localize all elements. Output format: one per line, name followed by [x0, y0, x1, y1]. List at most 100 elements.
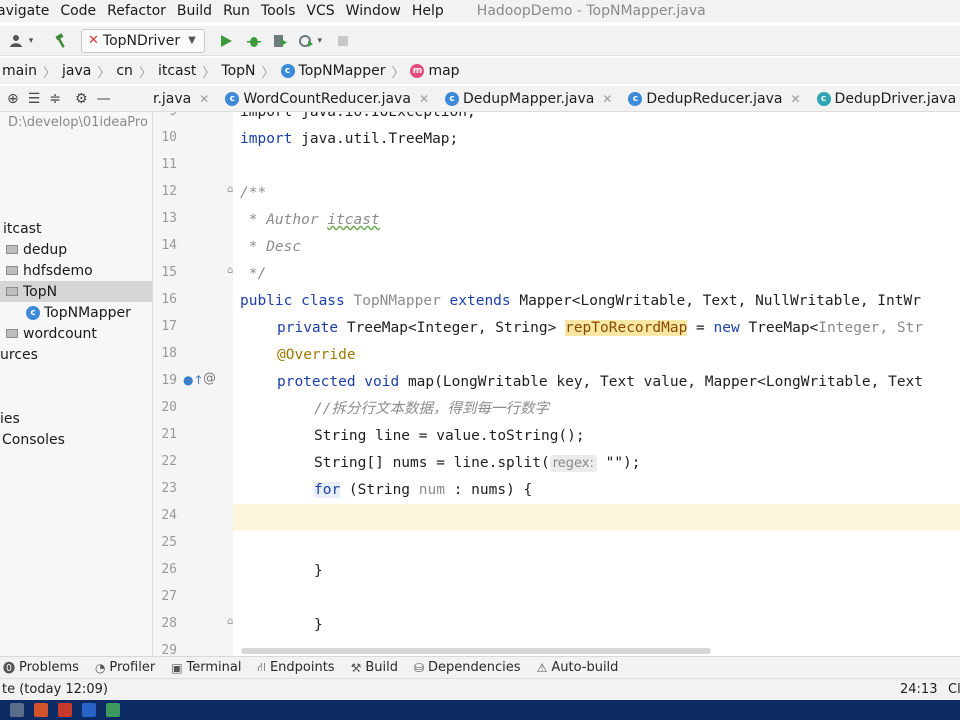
breadcrumb-item-topnmapper[interactable]: c TopNMapper: [280, 63, 386, 79]
hammer-icon[interactable]: [53, 32, 71, 50]
code-editor[interactable]: 9 10 11 12 13 14 15 16 17 18 19 20 21 22…: [153, 112, 960, 656]
crosshair-icon[interactable]: ⊕: [7, 91, 19, 107]
tree-item-wordcount[interactable]: wordcount: [0, 323, 152, 344]
close-icon[interactable]: ✕: [602, 92, 612, 106]
run-config-icon: ✕: [88, 33, 99, 48]
line-separator[interactable]: Cl: [948, 682, 960, 697]
line-number: 9: [153, 112, 177, 119]
tab-label: r.java: [153, 90, 192, 107]
menu-code[interactable]: Code: [60, 3, 96, 19]
problems-button[interactable]: ⓿ Problems: [3, 659, 79, 676]
line-number: 14: [161, 238, 177, 253]
tree-item-topn[interactable]: TopN: [0, 281, 152, 302]
code-comment: * Desc: [240, 239, 302, 255]
tab-dedupmapper[interactable]: c DedupMapper.java ✕: [437, 86, 620, 111]
line-number: 17: [161, 319, 177, 334]
menu-help[interactable]: Help: [412, 3, 444, 19]
breadcrumb-item-topn[interactable]: TopN: [221, 63, 255, 79]
tree-item-dedup[interactable]: dedup: [0, 239, 152, 260]
method-icon: m: [410, 64, 425, 78]
menu-navigate[interactable]: avigate: [0, 3, 49, 19]
menu-window[interactable]: Window: [346, 3, 401, 19]
tab-dedupreducer[interactable]: c DedupReducer.java ✕: [620, 86, 808, 111]
chevron-down-icon[interactable]: ▾: [316, 32, 324, 50]
breadcrumb-item-java[interactable]: java: [62, 63, 91, 79]
tree-item-itcast[interactable]: itcast: [0, 218, 152, 239]
breadcrumb-label: TopNMapper: [298, 63, 386, 79]
code-line-26: }: [314, 558, 323, 585]
menu-tools[interactable]: Tools: [261, 3, 296, 19]
run-icon[interactable]: [217, 32, 235, 50]
code-keyword: for: [314, 482, 341, 498]
code-text: }: [314, 617, 323, 633]
line-number: 22: [161, 454, 177, 469]
parameter-hint: regex:: [549, 455, 597, 472]
tab-r-java[interactable]: r.java ✕: [153, 86, 217, 111]
tree-item-consoles[interactable]: Consoles: [0, 429, 152, 450]
tree-item-hdfsdemo[interactable]: hdfsdemo: [0, 260, 152, 281]
profile-icon[interactable]: [297, 32, 315, 50]
tab-dedupdriver[interactable]: c DedupDriver.java ✕: [809, 86, 960, 111]
coverage-icon[interactable]: [271, 32, 289, 50]
build-button[interactable]: ⚒ Build: [351, 660, 398, 675]
auto-build-button[interactable]: ⚠ Auto-build: [537, 660, 619, 675]
implements-icon[interactable]: ●↑: [183, 373, 204, 387]
class-icon: c: [628, 91, 643, 106]
breadcrumb-item-main[interactable]: main: [2, 63, 37, 79]
tree-item-resources[interactable]: urces: [0, 344, 152, 365]
code-line-23: for (String num : nums) {: [314, 477, 532, 504]
tool-label: Auto-build: [551, 660, 619, 675]
at-icon[interactable]: @: [203, 371, 216, 386]
chevron-down-icon[interactable]: ▾: [27, 32, 35, 50]
terminal-button[interactable]: ▣ Terminal: [171, 660, 241, 675]
dependencies-button[interactable]: ⛁ Dependencies: [414, 660, 521, 675]
breadcrumb-item-cn[interactable]: cn: [116, 63, 133, 79]
user-icon[interactable]: [8, 32, 26, 50]
tree-item-libraries[interactable]: ies: [0, 408, 152, 429]
run-config-selector[interactable]: ✕ TopNDriver ▼: [81, 28, 205, 53]
breadcrumb-item-map[interactable]: m map: [410, 63, 460, 79]
app-icon[interactable]: [34, 703, 48, 717]
tree-item-label: hdfsdemo: [23, 262, 93, 279]
breadcrumb-item-itcast[interactable]: itcast: [158, 63, 196, 79]
menu-vcs[interactable]: VCS: [306, 3, 334, 19]
class-icon: c: [280, 64, 295, 78]
menu-refactor[interactable]: Refactor: [107, 3, 166, 19]
line-number: 15: [161, 265, 177, 280]
debug-icon[interactable]: [245, 32, 263, 50]
tab-label: WordCountReducer.java: [243, 90, 411, 107]
stop-icon[interactable]: [334, 32, 352, 50]
close-icon[interactable]: ✕: [199, 92, 209, 106]
endpoints-button[interactable]: ⛙ Endpoints: [258, 660, 335, 676]
app-icon[interactable]: [106, 703, 120, 717]
profiler-button[interactable]: ◔ Profiler: [95, 660, 155, 675]
menu-run[interactable]: Run: [223, 3, 250, 19]
close-icon[interactable]: ✕: [790, 92, 800, 106]
class-icon: c: [816, 91, 831, 106]
tab-wordcountreducer[interactable]: c WordCountReducer.java ✕: [217, 86, 437, 111]
line-number: 19: [161, 373, 177, 388]
line-number: 29: [161, 643, 177, 656]
code-keyword: import: [240, 131, 293, 147]
tool-label: Profiler: [109, 660, 156, 675]
app-icon[interactable]: [10, 703, 24, 717]
app-icon[interactable]: [82, 703, 96, 717]
endpoints-icon: ⛙: [257, 659, 266, 674]
expand-all-icon[interactable]: ☰: [28, 91, 41, 107]
close-icon[interactable]: ✕: [419, 92, 429, 106]
menu-build[interactable]: Build: [177, 3, 212, 19]
fold-icon[interactable]: ⌂: [227, 184, 233, 195]
project-tree: D:\develop\01ideaPro itcast dedup hdfsde…: [0, 112, 153, 656]
gear-icon[interactable]: ⚙: [75, 91, 88, 107]
code-line-12: /**: [240, 180, 266, 207]
fold-icon[interactable]: ⌂: [227, 265, 233, 276]
word-icon[interactable]: [58, 703, 72, 717]
minimize-icon[interactable]: —: [97, 91, 111, 107]
fold-icon[interactable]: ⌂: [227, 616, 233, 627]
caret-position[interactable]: 24:13: [900, 682, 937, 697]
collapse-all-icon[interactable]: ≑: [49, 91, 61, 107]
status-message: te (today 12:09): [2, 682, 108, 697]
horizontal-scrollbar[interactable]: [241, 648, 711, 654]
tree-item-topnmapper[interactable]: c TopNMapper: [0, 302, 152, 323]
project-root-path[interactable]: D:\develop\01ideaPro: [0, 112, 152, 133]
